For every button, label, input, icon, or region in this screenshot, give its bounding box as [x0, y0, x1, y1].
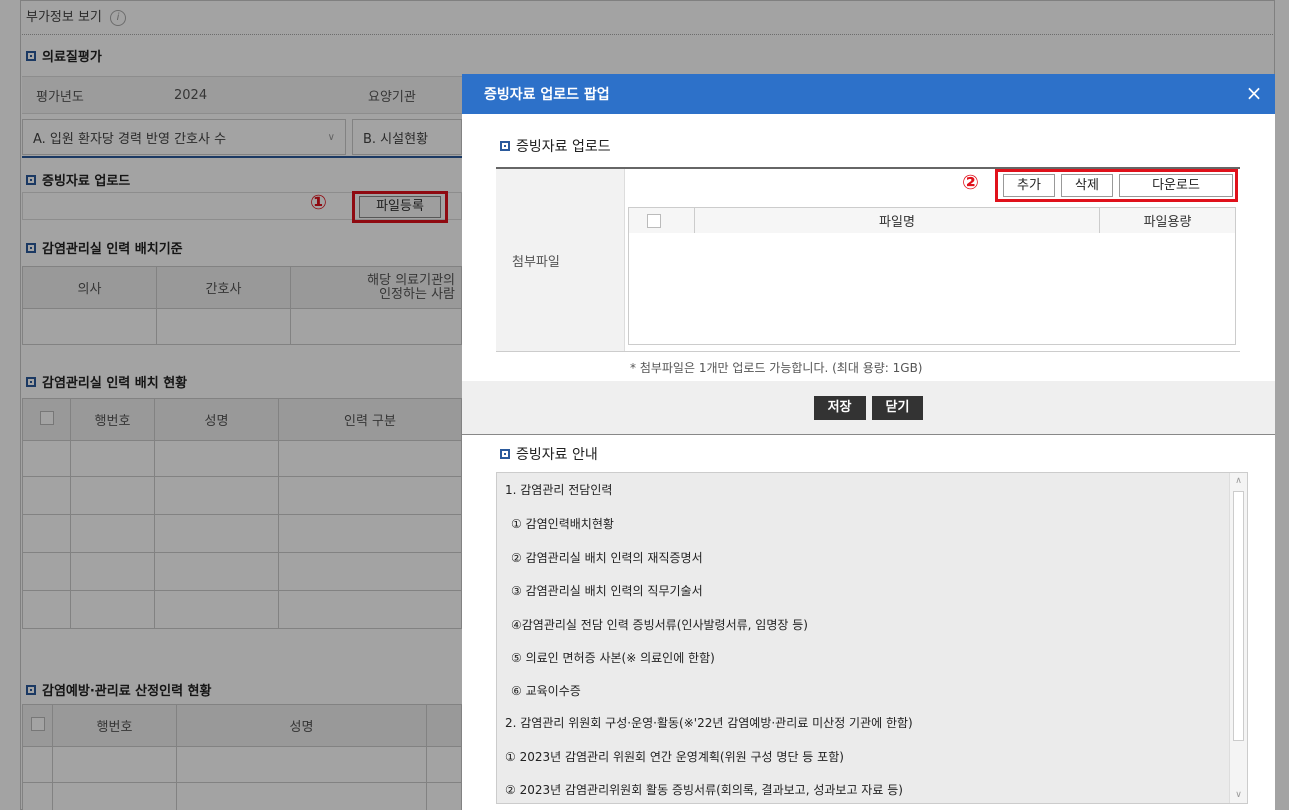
select-all-cell: [628, 207, 695, 234]
attach-file-label: 첨부파일: [496, 169, 625, 351]
guide-list[interactable]: 1. 감염관리 전담인력 ① 감염인력배치현황 ② 감염관리실 배치 인력의 재…: [496, 472, 1248, 804]
guide-item: ⑤ 의료인 면허증 사본(※ 의료인에 한함): [511, 651, 715, 665]
delete-button[interactable]: 삭제: [1061, 174, 1113, 197]
popup-upload-label: 증빙자료 업로드: [516, 139, 611, 155]
section-square-icon: [500, 141, 510, 151]
scroll-thumb[interactable]: [1233, 491, 1244, 741]
close-button[interactable]: 닫기: [871, 395, 924, 420]
guide-item: ① 2023년 감염관리 위원회 연간 운영계획(위원 구성 명단 등 포함): [505, 750, 844, 764]
download-button[interactable]: 다운로드: [1119, 174, 1233, 197]
guide-item: ② 감염관리실 배치 인력의 재직증명서: [511, 551, 703, 565]
file-list-table: 파일명 파일용량: [628, 207, 1236, 234]
popup-title: 증빙자료 업로드 팝업: [484, 87, 610, 103]
upload-limit-note: * 첨부파일은 1개만 업로드 가능합니다. (최대 용량: 1GB): [630, 361, 923, 375]
file-list-body: [628, 233, 1236, 345]
close-icon[interactable]: ×: [1243, 82, 1265, 104]
header-filename: 파일명: [694, 207, 1100, 234]
step-marker-2: ②: [962, 170, 979, 194]
upload-popup: 증빙자료 업로드 팝업 × 증빙자료 업로드 첨부파일 ② 추가 삭제 다운로드…: [462, 74, 1275, 810]
header-filesize: 파일용량: [1099, 207, 1236, 234]
guide-item: 1. 감염관리 전담인력: [505, 483, 613, 497]
guide-item: ④감염관리실 전담 인력 증빙서류(인사발령서류, 임명장 등): [511, 618, 808, 632]
popup-guide-heading: 증빙자료 안내: [500, 444, 598, 464]
guide-item: ① 감염인력배치현황: [511, 517, 614, 531]
popup-guide-label: 증빙자료 안내: [516, 447, 598, 463]
guide-item: ⑥ 교육이수증: [511, 684, 581, 698]
guide-item: ② 2023년 감염관리위원회 활동 증빙서류(회의록, 결과보고, 성과보고 …: [505, 783, 903, 797]
add-button[interactable]: 추가: [1003, 174, 1055, 197]
section-square-icon: [500, 449, 510, 459]
scroll-up-icon[interactable]: ∧: [1230, 473, 1247, 489]
save-button[interactable]: 저장: [813, 395, 866, 420]
guide-item: 2. 감염관리 위원회 구성·운영·활동(※'22년 감염예방·관리료 미산정 …: [505, 716, 913, 730]
popup-upload-heading: 증빙자료 업로드: [500, 136, 611, 156]
guide-item: ③ 감염관리실 배치 인력의 직무기술서: [511, 584, 703, 598]
select-all-checkbox[interactable]: [647, 213, 661, 228]
file-action-buttons-highlight: 추가 삭제 다운로드: [995, 169, 1238, 202]
popup-action-bar: 저장 닫기: [462, 381, 1275, 435]
scroll-down-icon[interactable]: ∨: [1230, 787, 1247, 803]
popup-header: 증빙자료 업로드 팝업 ×: [462, 74, 1275, 114]
guide-scrollbar[interactable]: ∧ ∨: [1229, 473, 1247, 803]
